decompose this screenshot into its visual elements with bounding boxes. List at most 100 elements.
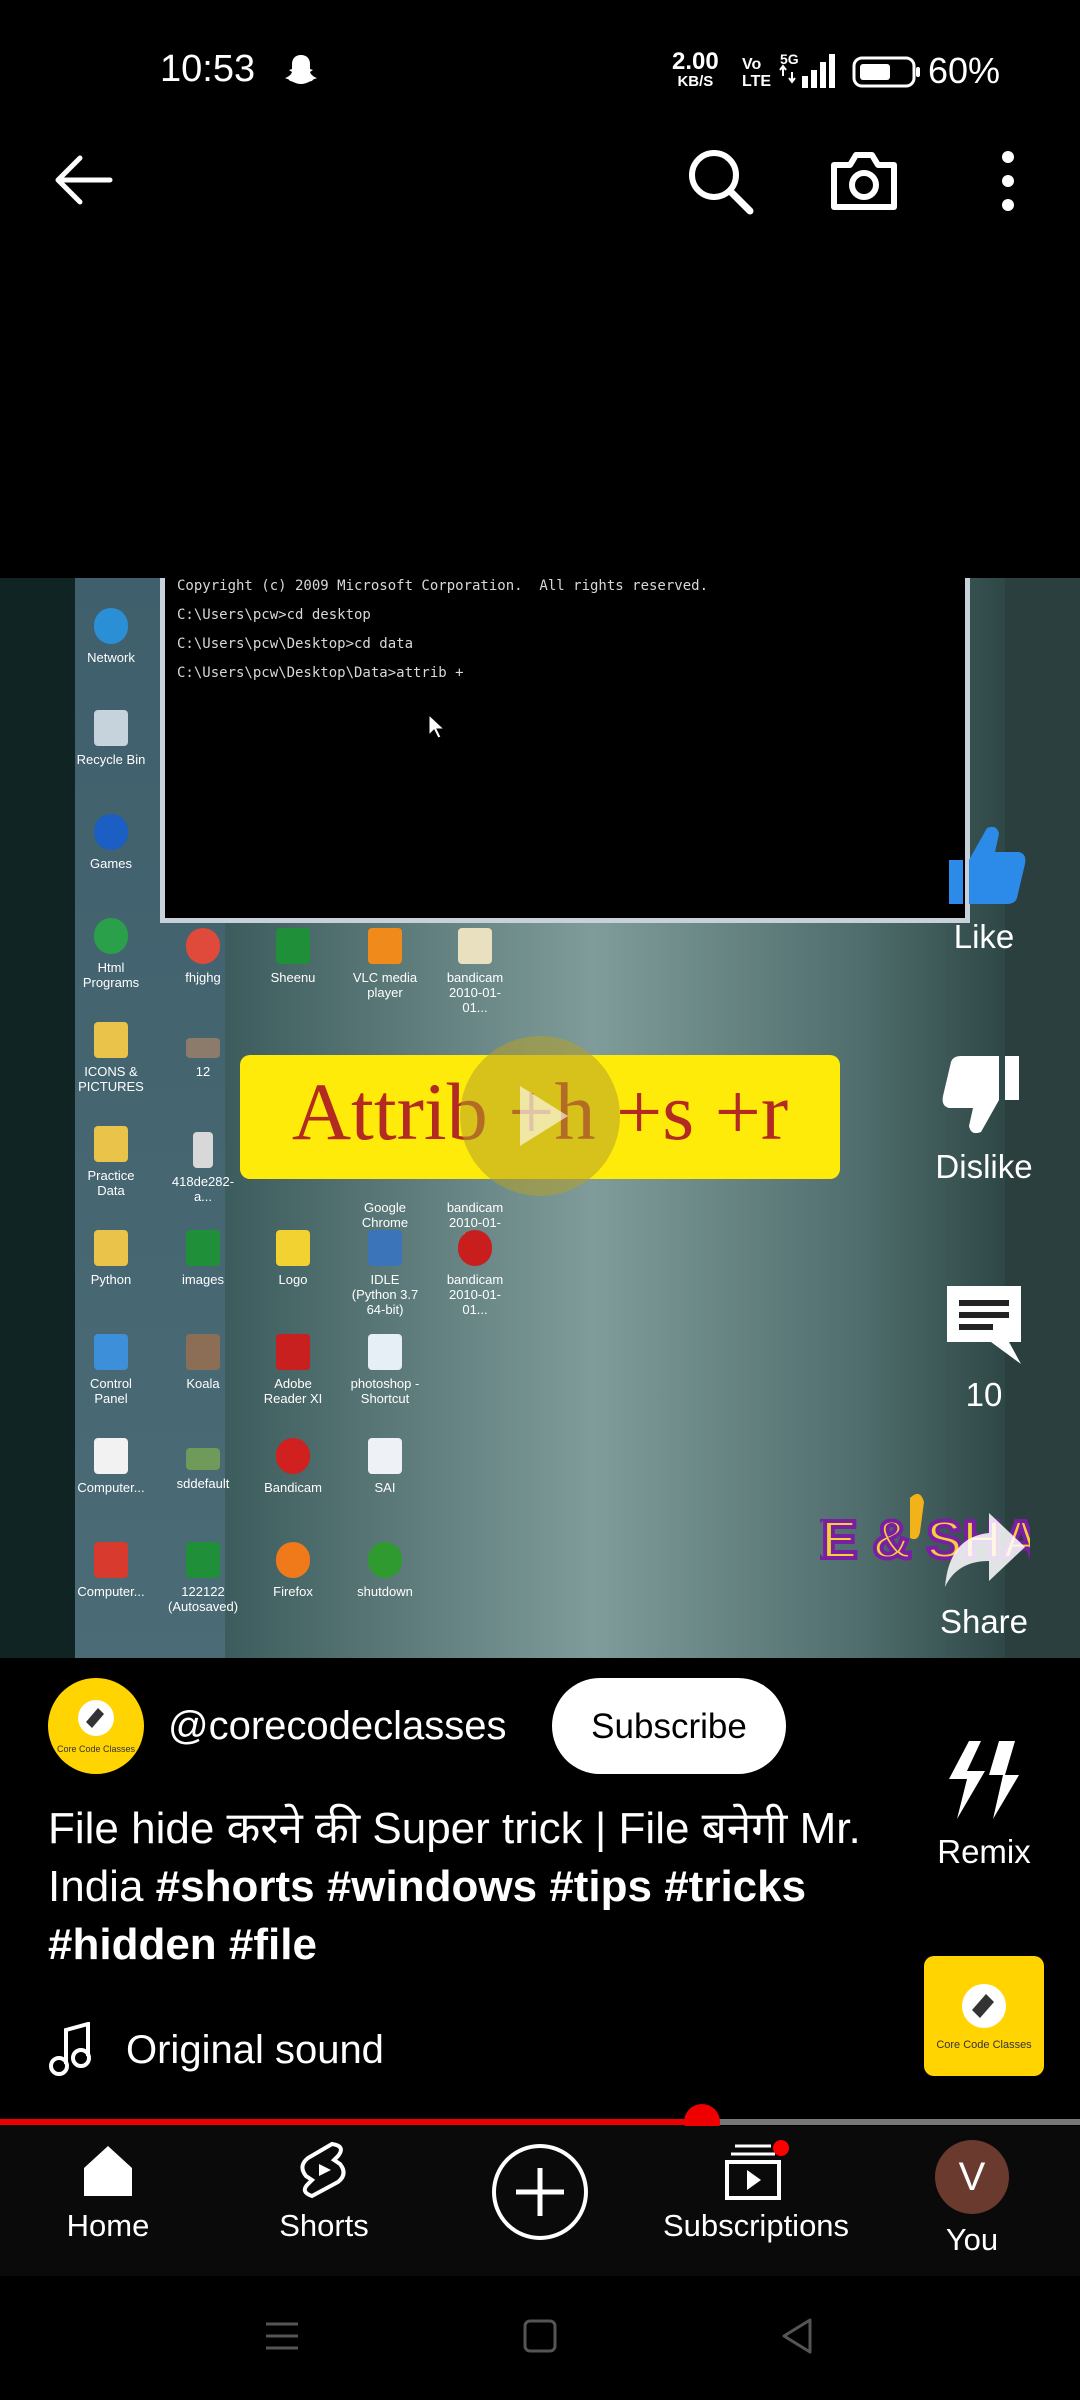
comments-button[interactable]: 10 (924, 1278, 1044, 1414)
more-vert-icon[interactable] (990, 145, 1026, 217)
nav-home[interactable]: Home (8, 2140, 208, 2244)
globe-icon (94, 918, 128, 954)
progress-fill (0, 2119, 702, 2125)
back-arrow-icon[interactable] (50, 150, 120, 210)
globe-icon (94, 608, 128, 644)
title-hashtags[interactable]: #shorts #windows #tips #tricks #hidden #… (48, 1862, 806, 1969)
dislike-label: Dislike (935, 1148, 1033, 1185)
status-time: 10:53 (160, 48, 256, 90)
command-prompt-text: Copyright (c) 2009 Microsoft Corporation… (177, 578, 708, 688)
desktop-icon: Bandicam (258, 1438, 328, 1495)
file-icon (368, 1438, 402, 1474)
chrome-icon (186, 928, 220, 964)
desktop-icon-label: Network (87, 650, 135, 665)
desktop-icon-label: 418de282-a... (171, 1174, 235, 1204)
like-button[interactable]: Like (924, 820, 1044, 956)
folder-icon (94, 1022, 128, 1058)
nav-subscriptions[interactable]: Subscriptions (656, 2140, 856, 2244)
file-icon (458, 928, 492, 964)
desktop-icon: fhjghg (168, 928, 238, 985)
music-note-icon (49, 2022, 91, 2076)
desktop-icon: Computer... (76, 1438, 146, 1495)
subscribe-button[interactable]: Subscribe (552, 1678, 786, 1774)
nav-shorts-label: Shorts (279, 2208, 369, 2243)
document-icon (94, 1438, 128, 1474)
desktop-icon: VLC media player (350, 928, 420, 1000)
volte-indicator: Vo LTE (742, 56, 771, 90)
net-speed: 2.00 KB/S (672, 50, 719, 92)
desktop-icon-label: VLC media player (352, 970, 418, 1000)
desktop-icon-label: Logo (278, 1272, 308, 1287)
comment-count: 10 (965, 1376, 1003, 1413)
cmd-line: Copyright (c) 2009 Microsoft Corporation… (177, 578, 709, 594)
desktop-icon-label: Google Chrome (361, 1200, 409, 1230)
desktop-icon: Network (76, 608, 146, 665)
video-title[interactable]: File hide करने की Super trick | File बने… (48, 1800, 878, 1974)
camera-icon[interactable] (826, 145, 902, 217)
sound-thumbnail[interactable]: Core Code Classes (924, 1956, 1044, 2076)
excel-icon (276, 928, 310, 964)
net-speed-unit: KB/S (677, 73, 714, 90)
desktop-icon: shutdown (350, 1542, 420, 1599)
thumbs-down-icon (942, 1056, 1019, 1134)
desktop-icon-label: Recycle Bin (76, 752, 146, 767)
original-sound-link[interactable]: Original sound (126, 2028, 384, 2073)
photoshop-icon (368, 1334, 402, 1370)
logo-file-icon (276, 1230, 310, 1266)
desktop-icon: Control Panel (76, 1334, 146, 1406)
desktop-icon: Python (76, 1230, 146, 1287)
nav-subscriptions-label: Subscriptions (662, 2208, 850, 2243)
image-icon (186, 1448, 220, 1470)
nav-you[interactable]: V You (872, 2140, 1072, 2258)
menu-icon[interactable] (262, 2316, 302, 2356)
vlc-icon (368, 928, 402, 964)
desktop-icon-label: Adobe Reader XI (263, 1376, 323, 1406)
desktop-icon: Adobe Reader XI (258, 1334, 328, 1406)
channel-avatar[interactable]: Core Code Classes (48, 1678, 144, 1774)
desktop-icon: bandicam 2010-01-01... (440, 928, 510, 1015)
user-avatar: V (935, 2140, 1009, 2214)
comment-icon (947, 1286, 1021, 1364)
mouse-cursor-icon (428, 713, 446, 739)
desktop-icon: 12 (168, 1038, 238, 1079)
video-player[interactable]: Network Recycle Bin Games Html Programs … (0, 578, 1080, 1658)
nav-home-label: Home (66, 2208, 150, 2243)
back-triangle-icon[interactable] (778, 2316, 818, 2356)
desktop-icon-label: Firefox (273, 1584, 313, 1599)
remix-button[interactable]: Remix (924, 1735, 1044, 1871)
desktop-icon: 418de282-a... (168, 1132, 238, 1204)
desktop-icon-label: fhjghg (185, 970, 221, 985)
desktop-icon: Html Programs (76, 918, 146, 990)
nav-shorts[interactable]: Shorts (224, 2140, 424, 2244)
add-icon (492, 2144, 588, 2240)
shorts-icon (300, 2141, 346, 2199)
excel-icon (186, 1230, 220, 1266)
subscriptions-icon (725, 2140, 789, 2200)
desktop-icon: ICONS & PICTURES (76, 1022, 146, 1094)
home-square-icon[interactable] (520, 2316, 560, 2356)
desktop-icon-label: Bandicam (264, 1480, 322, 1495)
cmd-line: C:\Users\pcw\Desktop>cd data (177, 636, 414, 652)
channel-handle[interactable]: @corecodeclasses (168, 1704, 507, 1749)
tree-icon (368, 1542, 402, 1578)
desktop-icon: IDLE (Python 3.7 64-bit) (350, 1230, 420, 1317)
create-button[interactable] (440, 2142, 640, 2250)
sound-thumb-text: Core Code Classes (936, 2039, 1032, 2051)
desktop-icon: Logo (258, 1230, 328, 1287)
bandicam-icon (276, 1438, 310, 1474)
battery-icon (852, 56, 920, 88)
search-icon[interactable] (684, 145, 756, 217)
image-icon (186, 1038, 220, 1058)
desktop-icon-label: Computer... (77, 1584, 145, 1599)
desktop-icon: Practice Data (76, 1126, 146, 1198)
dislike-button[interactable]: Dislike (924, 1050, 1044, 1186)
desktop-icon-label: Control Panel (90, 1376, 132, 1406)
play-icon (520, 1086, 568, 1146)
desktop-icon-label: ICONS & PICTURES (78, 1064, 144, 1094)
share-button[interactable]: Share (924, 1505, 1044, 1641)
channel-logo-text: Core Code Classes (57, 1744, 136, 1754)
desktop-icon: sddefault (168, 1448, 238, 1491)
desktop-icon: SAI (350, 1438, 420, 1495)
desktop-icon-label: Computer... (77, 1480, 145, 1495)
recycle-bin-icon (94, 710, 128, 746)
